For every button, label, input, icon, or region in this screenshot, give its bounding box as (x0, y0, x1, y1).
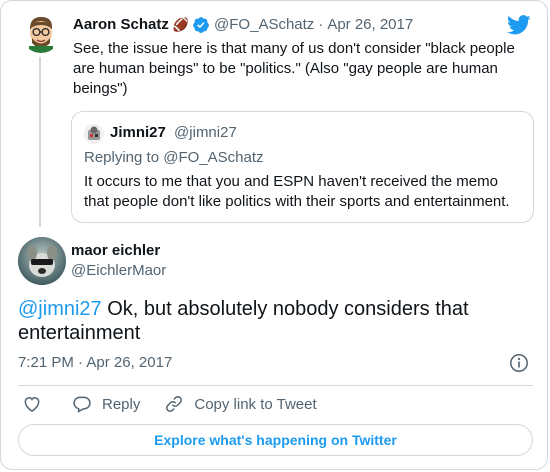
copy-link-button[interactable]: Copy link to Tweet (164, 394, 317, 414)
parent-date[interactable]: Apr 26, 2017 (327, 15, 413, 35)
quoted-handle[interactable]: @jimni27 (174, 124, 237, 141)
tweet-time[interactable]: 7:21 PM (18, 354, 74, 371)
quoted-author-name[interactable]: Jimni27 (110, 124, 166, 141)
quoted-tweet-header: Jimni27 @jimni27 (110, 123, 237, 143)
explore-button[interactable]: Explore what's happening on Twitter (18, 424, 533, 456)
mention-link[interactable]: @jimni27 (18, 298, 102, 320)
tweet-timestamp[interactable]: 7:21 PM · Apr 26, 2017 (18, 353, 172, 373)
parent-author-avatar[interactable] (21, 13, 61, 53)
quoted-tweet[interactable]: Jimni27 @jimni27 Replying to @FO_ASchatz… (71, 111, 534, 223)
quoted-author-avatar[interactable] (84, 124, 104, 144)
tweet-date[interactable]: Apr 26, 2017 (86, 354, 172, 371)
main-author-avatar[interactable] (18, 237, 66, 285)
twitter-bird-icon[interactable] (507, 15, 531, 40)
verified-badge-icon (192, 16, 210, 34)
tweet-embed-card: Aaron Schatz 🏈 @FO_ASchatz · Apr 26, 201… (0, 0, 548, 470)
quoted-tweet-text: It occurs to me that you and ESPN haven'… (84, 173, 510, 210)
reply-icon (72, 394, 92, 414)
parent-author-name[interactable]: Aaron Schatz (73, 15, 169, 35)
link-icon (164, 394, 184, 414)
like-button[interactable] (22, 394, 42, 414)
replying-to-prefix: Replying to (84, 149, 160, 166)
replying-to-line: Replying to @FO_ASchatz (84, 148, 263, 168)
date-separator: · (318, 16, 324, 33)
replying-to-handle[interactable]: @FO_ASchatz (163, 149, 263, 166)
tweet-actions: Reply Copy link to Tweet (18, 393, 317, 415)
reply-label[interactable]: Reply (102, 396, 140, 413)
parent-tweet-header: Aaron Schatz 🏈 @FO_ASchatz · Apr 26, 201… (73, 15, 413, 35)
copy-link-label[interactable]: Copy link to Tweet (194, 396, 316, 413)
main-author-handle[interactable]: @EichlerMaor (71, 261, 166, 281)
thread-line (39, 57, 41, 227)
info-icon[interactable] (509, 353, 529, 373)
timestamp-separator: · (78, 354, 84, 371)
heart-icon (22, 394, 42, 414)
main-author-name[interactable]: maor eichler (71, 241, 160, 261)
football-emoji: 🏈 (172, 17, 190, 32)
parent-handle[interactable]: @FO_ASchatz (214, 15, 314, 35)
parent-tweet-text: See, the issue here is that many of us d… (73, 40, 515, 97)
main-tweet-text: @jimni27 Ok, but absolutely nobody consi… (18, 297, 533, 345)
divider (18, 385, 533, 386)
reply-button[interactable]: Reply (72, 394, 140, 414)
